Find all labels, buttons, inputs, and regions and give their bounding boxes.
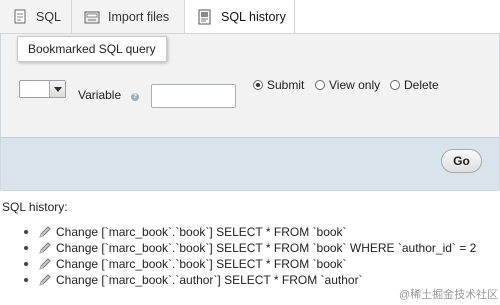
tab-bar: SQL Import files SQL history <box>0 0 500 34</box>
tab-sql-history[interactable]: SQL history <box>185 0 295 34</box>
bookmark-panel-footer <box>1 137 499 190</box>
pencil-icon[interactable] <box>38 273 52 287</box>
tab-import-files-label: Import files <box>108 9 170 24</box>
pencil-icon[interactable] <box>38 225 52 239</box>
sql-history-icon <box>198 9 211 25</box>
sql-page-icon <box>14 9 26 23</box>
import-files-icon <box>84 11 100 23</box>
go-button[interactable]: Go <box>441 149 482 173</box>
history-item-text: Change [`marc_book`.`book`] SELECT * FRO… <box>56 225 347 239</box>
help-icon[interactable]: ? <box>131 93 139 101</box>
tab-sql-history-label: SQL history <box>221 10 286 24</box>
bullet-icon <box>24 278 28 282</box>
tab-sql-label: SQL <box>36 9 62 24</box>
bullet-icon <box>24 246 28 250</box>
watermark: @稀土掘金技术社区 <box>399 289 499 301</box>
tab-import-files[interactable]: Import files <box>72 0 185 34</box>
bookmark-select[interactable] <box>19 80 66 98</box>
bullet-icon <box>24 262 28 266</box>
history-item: Change [`marc_book`.`book`] SELECT * FRO… <box>24 224 476 240</box>
variable-input[interactable] <box>151 84 236 108</box>
pencil-icon[interactable] <box>38 241 52 255</box>
tab-sql[interactable]: SQL <box>0 0 72 34</box>
radio-view-only[interactable]: View only <box>315 78 380 92</box>
history-list: Change [`marc_book`.`book`] SELECT * FRO… <box>24 224 476 288</box>
history-item-text: Change [`marc_book`.`book`] SELECT * FRO… <box>56 241 477 255</box>
history-item: Change [`marc_book`.`book`] SELECT * FRO… <box>24 240 476 256</box>
radio-delete-label: Delete <box>404 78 439 92</box>
radio-view-only-indicator <box>315 80 325 90</box>
history-item-text: Change [`marc_book`.`book`] SELECT * FRO… <box>56 257 347 271</box>
history-item-text: Change [`marc_book`.`author`] SELECT * F… <box>56 273 363 287</box>
radio-submit-label: Submit <box>267 78 305 92</box>
radio-delete-indicator <box>390 80 400 90</box>
history-title: SQL history: <box>2 200 68 214</box>
radio-view-only-label: View only <box>329 78 381 92</box>
radio-delete[interactable]: Delete <box>390 78 439 92</box>
pencil-icon[interactable] <box>38 257 52 271</box>
bookmark-legend: Bookmarked SQL query <box>17 36 167 62</box>
chevron-down-icon <box>49 81 65 97</box>
radio-submit[interactable]: Submit <box>253 78 304 92</box>
radio-submit-indicator <box>253 80 263 90</box>
history-item: Change [`marc_book`.`book`] SELECT * FRO… <box>24 256 476 272</box>
bullet-icon <box>24 230 28 234</box>
variable-label: Variable <box>78 88 122 102</box>
